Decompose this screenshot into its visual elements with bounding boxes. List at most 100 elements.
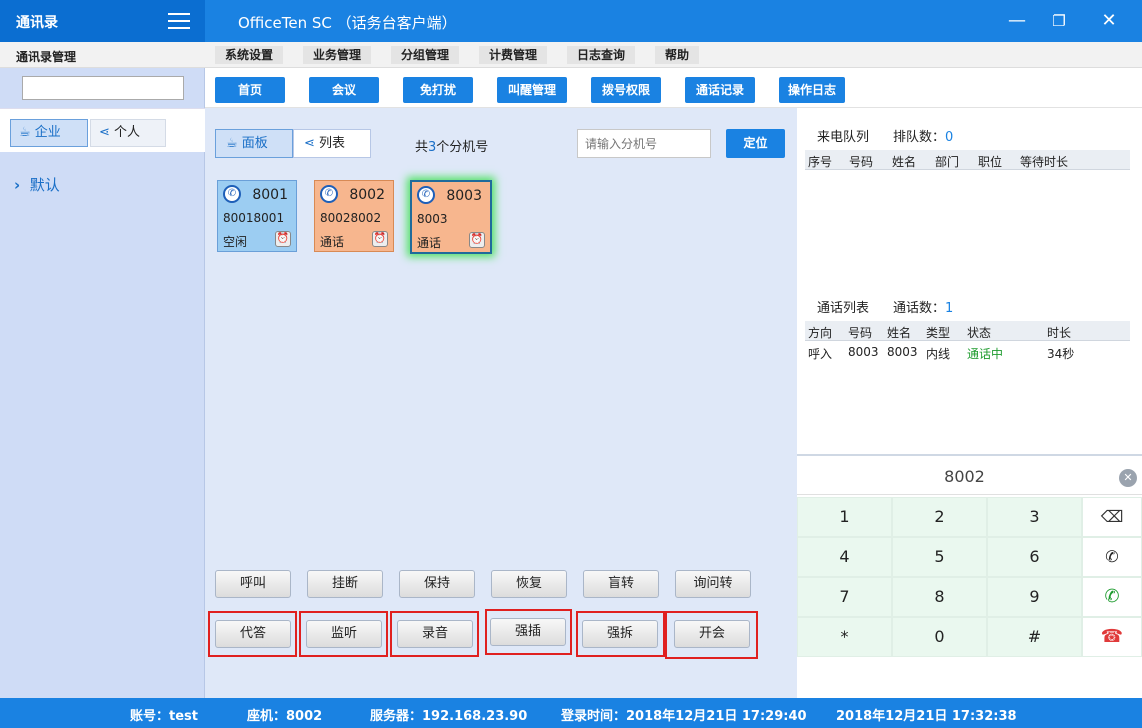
- hold-call-icon[interactable]: ✆: [1082, 537, 1142, 577]
- extension-count: 共3个分机号: [415, 136, 488, 155]
- share-icon: ⋖: [304, 136, 315, 151]
- key-1[interactable]: 1: [797, 497, 892, 537]
- calls-col: 状态: [967, 326, 992, 340]
- status-server: 服务器：192.168.23.90: [370, 709, 528, 724]
- table-row[interactable]: 呼入 8003 8003 内线 通话中 34秒: [805, 342, 1130, 362]
- key-2[interactable]: 2: [892, 497, 987, 537]
- count-suffix: 个分机号: [436, 140, 489, 155]
- alarm-clock-icon[interactable]: ⏰: [372, 231, 388, 247]
- key-5[interactable]: 5: [892, 537, 987, 577]
- calls-count: 通话数：1: [893, 297, 953, 316]
- call-button[interactable]: 呼叫: [215, 570, 291, 598]
- nav-item-default[interactable]: › 默认: [14, 174, 60, 195]
- menu-group[interactable]: 分组管理: [391, 46, 460, 64]
- queue-col: 职位: [978, 155, 1003, 169]
- hangup-button[interactable]: 挂断: [307, 570, 383, 598]
- cup-icon: ☕: [19, 125, 31, 140]
- calls-table-header: 方向 号码 姓名 类型 状态 时长: [805, 321, 1130, 341]
- view-list-button[interactable]: ⋖ 列表: [293, 129, 371, 158]
- conference-button[interactable]: 会议: [309, 77, 379, 103]
- pickup-button[interactable]: 代答: [215, 620, 291, 648]
- menu-system-settings[interactable]: 系统设置: [215, 46, 284, 64]
- restore-icon[interactable]: ❐: [1046, 8, 1072, 34]
- calls-count-value: 1: [945, 301, 954, 316]
- call-direction: 呼入: [808, 347, 833, 361]
- view-panel-button[interactable]: ☕ 面板: [215, 129, 293, 158]
- left-panel: ☕ 企业 ⋖ 个人 › 默认: [0, 68, 205, 698]
- tab-personal[interactable]: ⋖ 个人: [90, 119, 166, 147]
- app-title: 通讯录: [16, 15, 58, 31]
- status-login-time: 登录时间：2018年12月21日 17:29:40: [561, 709, 807, 724]
- status-account: 账号：test: [130, 709, 198, 724]
- card-number: 8003: [417, 212, 448, 226]
- center-panel: ☕ 面板 ⋖ 列表 共3个分机号 定位 ✆ 8001 80018001 空闲 ⏰…: [205, 108, 797, 698]
- menu-business[interactable]: 业务管理: [303, 46, 372, 64]
- clear-icon[interactable]: ✕: [1119, 469, 1137, 487]
- menu-help[interactable]: 帮助: [655, 46, 700, 64]
- call-duration: 34秒: [1047, 347, 1075, 361]
- key-hash[interactable]: #: [987, 617, 1082, 657]
- call-number: 8003: [848, 345, 879, 359]
- window-title: OfficeTen SC （话务台客户端）: [238, 14, 457, 32]
- tab-personal-label: 个人: [114, 125, 141, 140]
- blind-transfer-button[interactable]: 盲转: [583, 570, 659, 598]
- calls-count-label: 通话数：: [893, 301, 946, 316]
- barge-in-button[interactable]: 强插: [490, 618, 566, 646]
- monitor-button[interactable]: 监听: [306, 620, 382, 648]
- close-icon[interactable]: ✕: [1096, 8, 1122, 34]
- contact-search-input[interactable]: [22, 76, 184, 100]
- dial-pad: 8002 ✕ 1 2 3 ⌫ 4 5 6 ✆ 7 8 9 ✆ * 0 # ☎: [797, 457, 1142, 657]
- record-button[interactable]: 录音: [397, 620, 473, 648]
- operation-log-button[interactable]: 操作日志: [779, 77, 845, 103]
- cup-icon: ☕: [226, 136, 238, 151]
- queue-col: 部门: [935, 155, 960, 169]
- backspace-icon[interactable]: ⌫: [1082, 497, 1142, 537]
- calls-col: 姓名: [887, 326, 912, 340]
- dial-display: 8002: [944, 467, 985, 486]
- dial-permission-button[interactable]: 拨号权限: [591, 77, 661, 103]
- tab-enterprise[interactable]: ☕ 企业: [10, 119, 88, 147]
- resume-button[interactable]: 恢复: [491, 570, 567, 598]
- key-star[interactable]: *: [797, 617, 892, 657]
- hamburger-menu-icon[interactable]: [168, 13, 190, 29]
- answer-call-icon[interactable]: ✆: [1082, 577, 1142, 617]
- status-current-time: 2018年12月21日 17:32:38: [836, 709, 1017, 724]
- extension-card[interactable]: ✆ 8002 80028002 通话 ⏰: [314, 180, 394, 252]
- count-prefix: 共: [415, 140, 429, 155]
- menu-log-query[interactable]: 日志查询: [567, 46, 636, 64]
- call-records-button[interactable]: 通话记录: [685, 77, 755, 103]
- queue-col: 号码: [849, 155, 874, 169]
- card-extension: 8003: [446, 188, 482, 204]
- extension-card[interactable]: ✆ 8001 80018001 空闲 ⏰: [217, 180, 297, 252]
- key-7[interactable]: 7: [797, 577, 892, 617]
- start-conference-button[interactable]: 开会: [674, 620, 750, 648]
- minimize-icon[interactable]: —: [1004, 8, 1030, 34]
- section-label: 通讯录管理: [16, 50, 77, 64]
- wakeup-button[interactable]: 叫醒管理: [497, 77, 567, 103]
- key-8[interactable]: 8: [892, 577, 987, 617]
- key-3[interactable]: 3: [987, 497, 1082, 537]
- divider: [797, 454, 1142, 456]
- locate-button[interactable]: 定位: [726, 129, 785, 158]
- force-disconnect-button[interactable]: 强拆: [582, 620, 658, 648]
- alarm-clock-icon[interactable]: ⏰: [275, 231, 291, 247]
- key-0[interactable]: 0: [892, 617, 987, 657]
- hangup-call-icon[interactable]: ☎: [1082, 617, 1142, 657]
- alarm-clock-icon[interactable]: ⏰: [469, 232, 485, 248]
- extension-search-input[interactable]: [577, 129, 711, 158]
- dnd-button[interactable]: 免打扰: [403, 77, 473, 103]
- queue-count-value: 0: [945, 130, 954, 145]
- key-9[interactable]: 9: [987, 577, 1082, 617]
- extension-card-selected[interactable]: ✆ 8003 8003 通话 ⏰: [410, 180, 492, 254]
- key-6[interactable]: 6: [987, 537, 1082, 577]
- card-extension: 8002: [349, 187, 385, 203]
- hold-button[interactable]: 保持: [399, 570, 475, 598]
- home-button[interactable]: 首页: [215, 77, 285, 103]
- view-panel-label: 面板: [241, 136, 268, 151]
- menu-billing[interactable]: 计费管理: [479, 46, 548, 64]
- view-list-label: 列表: [319, 136, 346, 151]
- call-status: 通话中: [967, 347, 1004, 361]
- key-4[interactable]: 4: [797, 537, 892, 577]
- status-seat: 座机：8002: [247, 709, 323, 724]
- consult-transfer-button[interactable]: 询问转: [675, 570, 751, 598]
